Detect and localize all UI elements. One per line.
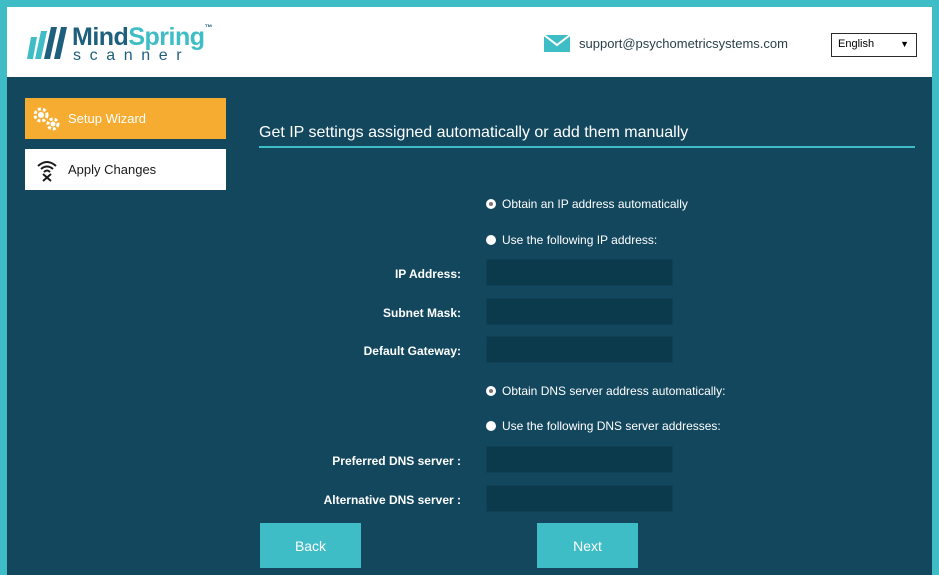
radio-button[interactable] bbox=[486, 235, 496, 245]
sidebar-item-label: Setup Wizard bbox=[68, 111, 147, 126]
brand-logo[interactable]: MindSpring™ scanner bbox=[27, 23, 217, 66]
alternative-dns-input[interactable] bbox=[486, 485, 673, 512]
radio-use-following-dns[interactable]: Use the following DNS server addresses: bbox=[486, 419, 721, 433]
language-select[interactable]: English ▼ bbox=[831, 33, 917, 57]
radio-obtain-dns-auto[interactable]: Obtain DNS server address automatically: bbox=[486, 384, 725, 398]
ip-address-label: IP Address: bbox=[394, 267, 461, 281]
radio-button-checked[interactable] bbox=[486, 386, 496, 396]
chevron-down-icon: ▼ bbox=[900, 39, 909, 49]
preferred-dns-input[interactable] bbox=[486, 446, 673, 473]
radio-obtain-ip-auto[interactable]: Obtain an IP address automatically bbox=[486, 197, 688, 211]
app-frame: MindSpring™ scanner support@psychometric… bbox=[0, 0, 939, 575]
back-button[interactable]: Back bbox=[260, 523, 361, 568]
preferred-dns-label: Preferred DNS server : bbox=[332, 454, 461, 468]
next-button[interactable]: Next bbox=[537, 523, 638, 568]
radio-use-following-ip[interactable]: Use the following IP address: bbox=[486, 233, 657, 247]
subnet-mask-label: Subnet Mask: bbox=[382, 306, 461, 320]
radio-button[interactable] bbox=[486, 421, 496, 431]
support-email-link[interactable]: support@psychometricsystems.com bbox=[579, 36, 788, 51]
subnet-mask-input[interactable] bbox=[486, 298, 673, 325]
sidebar-item-label: Apply Changes bbox=[68, 162, 157, 177]
radio-label: Obtain an IP address automatically bbox=[502, 197, 688, 211]
radio-label: Obtain DNS server address automatically: bbox=[502, 384, 726, 398]
support-contact[interactable]: support@psychometricsystems.com bbox=[544, 33, 788, 53]
default-gateway-input[interactable] bbox=[486, 336, 673, 363]
wifi-off-icon bbox=[27, 155, 67, 185]
sidebar-item-apply-changes[interactable]: Apply Changes bbox=[25, 149, 226, 190]
radio-label: Use the following DNS server addresses: bbox=[502, 419, 721, 433]
main-panel: Setup Wizard Apply Changes Get IP settin… bbox=[7, 77, 932, 575]
gears-icon bbox=[27, 104, 67, 134]
radio-label: Use the following IP address: bbox=[502, 233, 658, 247]
language-selected: English bbox=[838, 38, 875, 50]
default-gateway-label: Default Gateway: bbox=[363, 344, 461, 358]
sidebar-item-setup-wizard[interactable]: Setup Wizard bbox=[25, 98, 226, 139]
alternative-dns-label: Alternative DNS server : bbox=[323, 493, 461, 507]
ip-address-input[interactable] bbox=[486, 259, 673, 286]
radio-button-checked[interactable] bbox=[486, 199, 496, 209]
page-title: Get IP settings assigned automatically o… bbox=[259, 124, 689, 141]
envelope-icon bbox=[544, 34, 570, 52]
header: MindSpring™ scanner support@psychometric… bbox=[7, 7, 932, 77]
title-divider bbox=[259, 146, 915, 148]
logo-subtitle: scanner bbox=[73, 47, 191, 64]
logo-mark-icon bbox=[27, 27, 67, 59]
